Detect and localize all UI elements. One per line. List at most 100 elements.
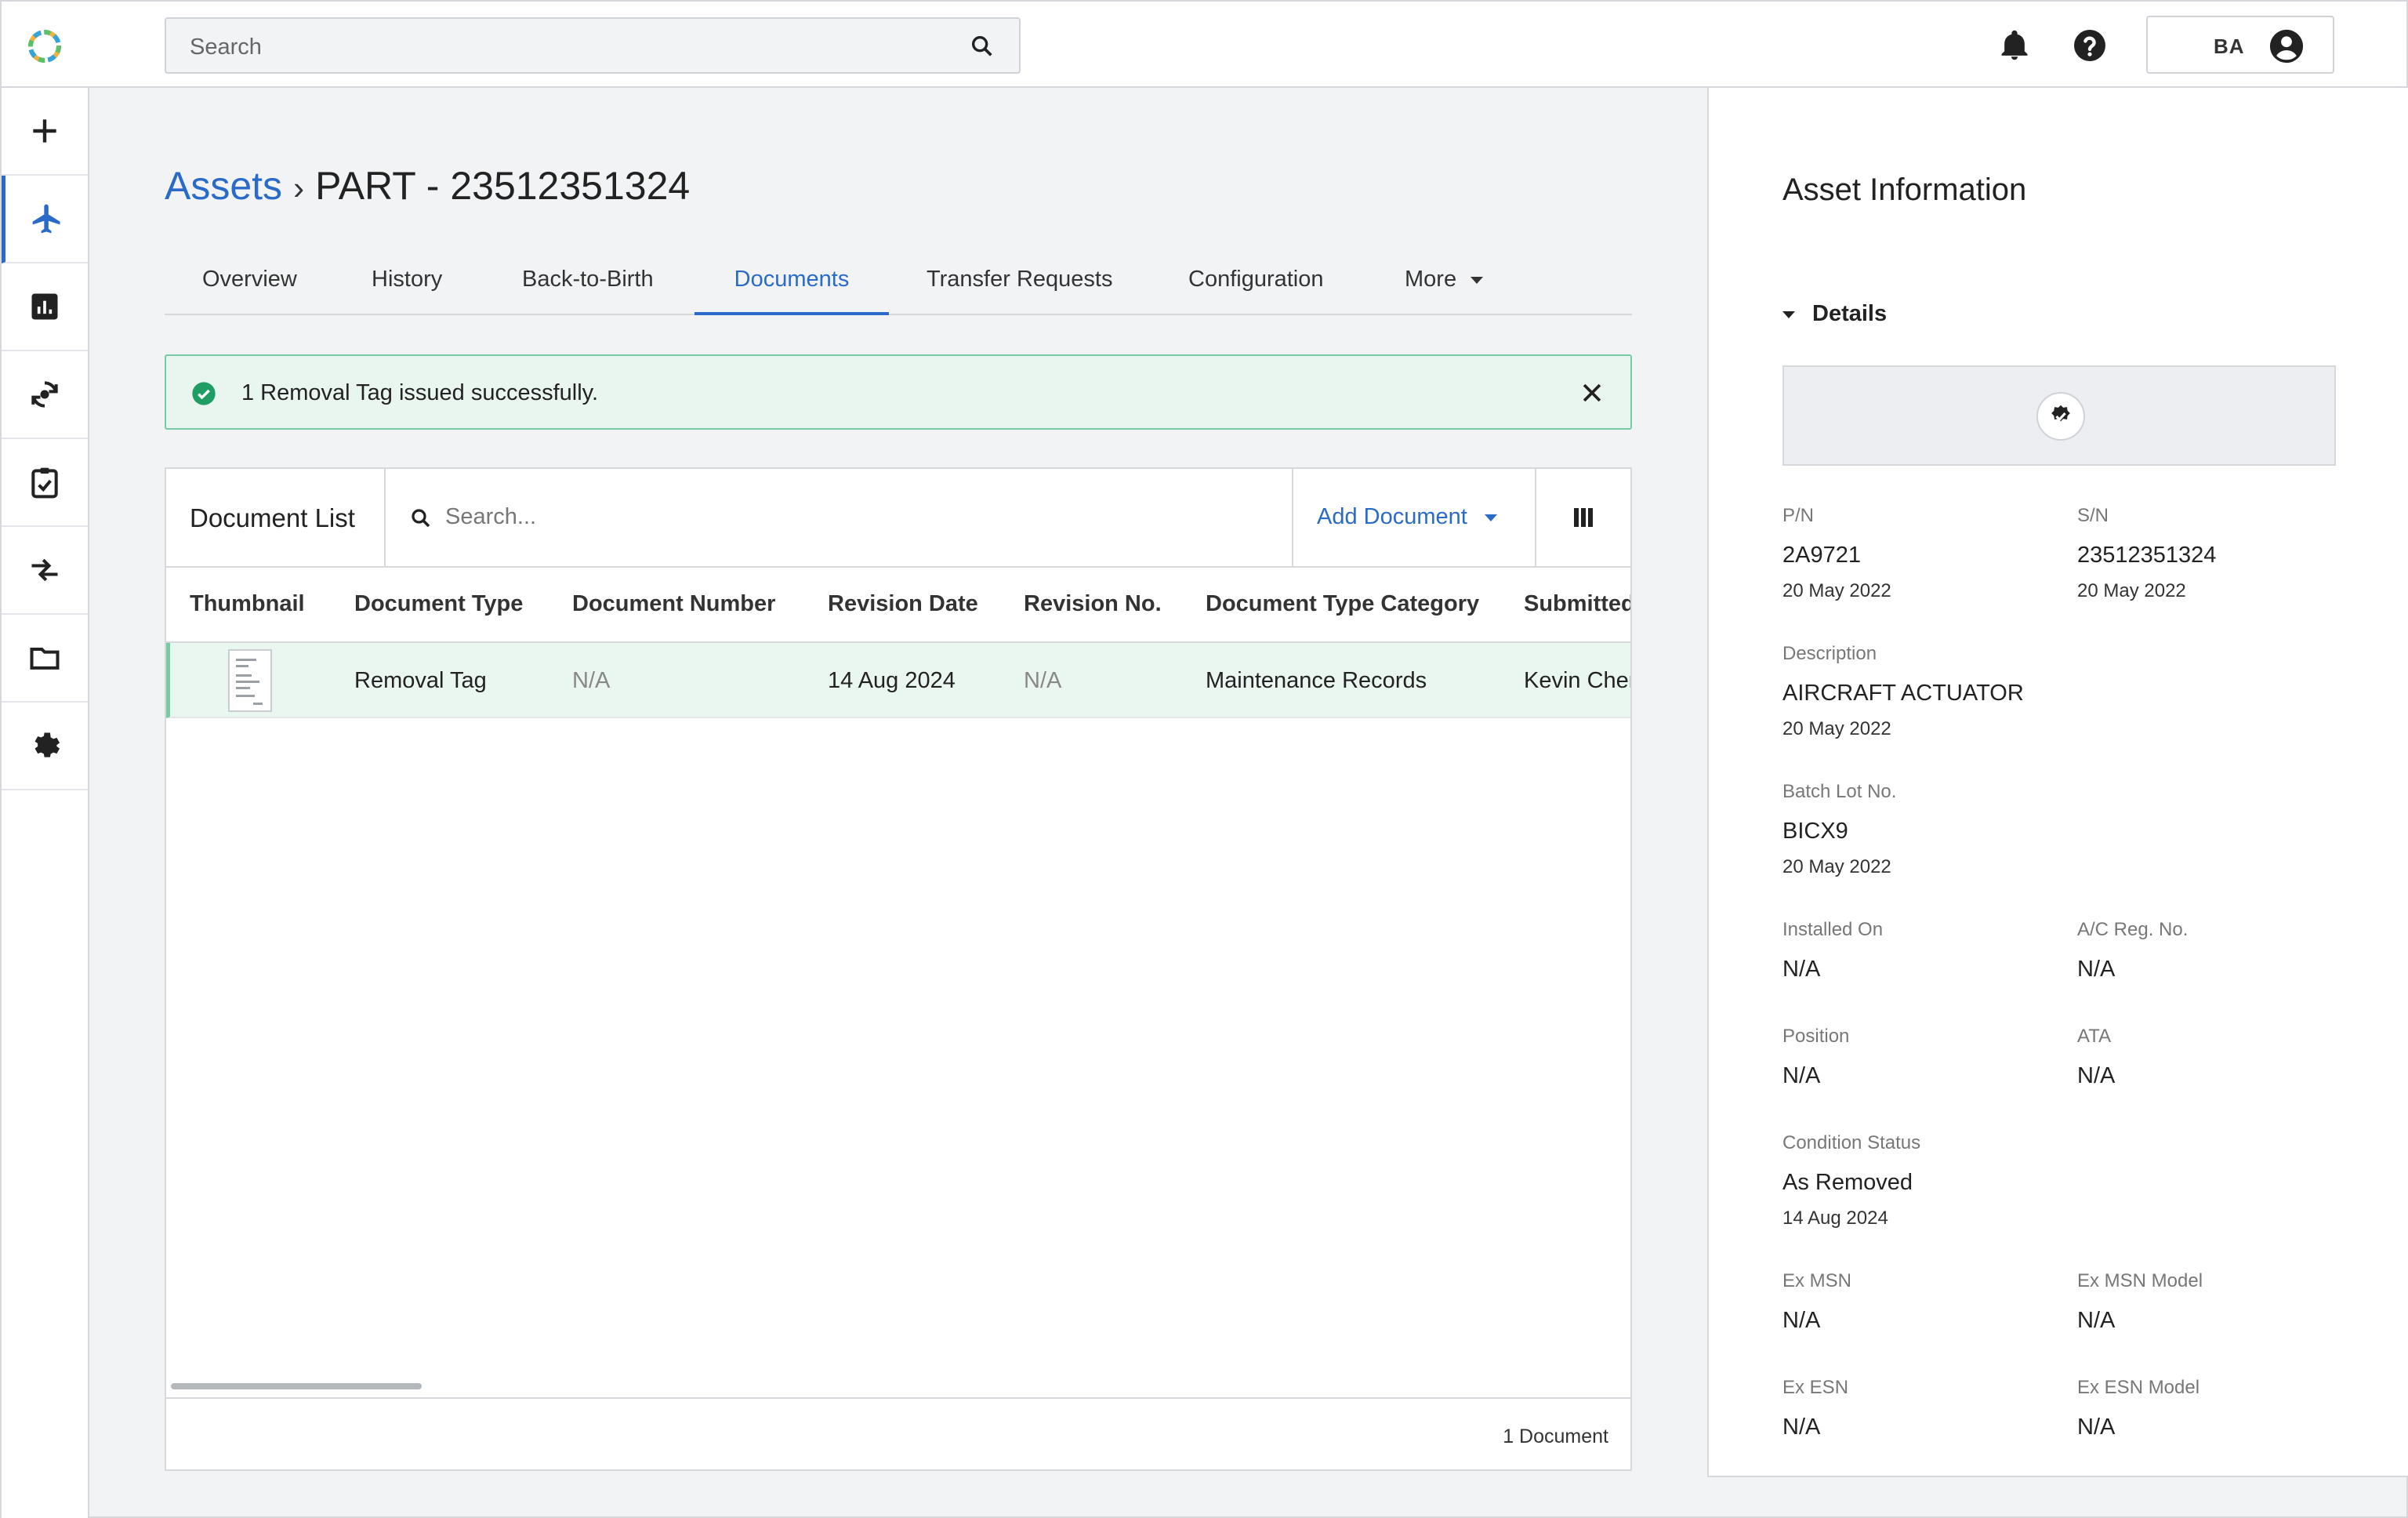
tab-history[interactable]: History (372, 267, 442, 315)
batch-lot-value: BICX9 (1782, 819, 1848, 844)
condition-status-label: Condition Status (1782, 1132, 1921, 1153)
gear-check-icon (2051, 405, 2070, 422)
column-header-revision-no[interactable]: Revision No. (1024, 591, 1162, 617)
column-header-thumbnail[interactable]: Thumbnail (190, 591, 305, 617)
sync-icon (31, 381, 58, 408)
app-window: Search BA Assets › PART - 23512351324 Ov… (0, 0, 2408, 1518)
asset-image-placeholder (1782, 365, 2336, 466)
details-label: Details (1812, 301, 1888, 326)
cell-document-number: N/A (572, 668, 611, 693)
horizontal-scrollbar[interactable] (171, 1383, 422, 1389)
condition-status-value: As Removed (1782, 1170, 1913, 1195)
rail-item-settings[interactable] (2, 703, 88, 790)
column-header-document-type-category[interactable]: Document Type Category (1206, 591, 1479, 617)
document-thumbnail[interactable] (228, 649, 272, 712)
search-icon[interactable] (969, 33, 995, 60)
breadcrumb-separator: › (293, 169, 305, 206)
sn-value: 23512351324 (2077, 543, 2217, 568)
divider (1535, 469, 1536, 566)
close-icon[interactable] (1579, 380, 1605, 406)
clipboard-check-icon (31, 467, 58, 499)
column-header-document-number[interactable]: Document Number (572, 591, 775, 617)
folder-icon (30, 647, 60, 670)
column-header-submitted[interactable]: Submitted (1524, 591, 1630, 617)
chevron-down-icon (1782, 310, 1795, 318)
top-bar: Search BA (2, 2, 2406, 88)
check-circle-icon (192, 382, 216, 405)
rail-item-sync[interactable] (2, 351, 88, 439)
alert-message: 1 Removal Tag issued successfully. (241, 380, 599, 405)
ex-esn-value: N/A (1782, 1414, 1821, 1440)
pn-date: 20 May 2022 (1782, 580, 1891, 601)
transfer-arrows-icon (31, 558, 58, 582)
add-document-button[interactable]: Add Document (1317, 504, 1497, 530)
batch-lot-date: 20 May 2022 (1782, 856, 1891, 877)
user-menu[interactable]: BA (2146, 16, 2334, 74)
ex-msn-model-value: N/A (2077, 1308, 2116, 1333)
global-search-input[interactable]: Search (165, 17, 1021, 74)
bar-chart-icon (31, 293, 58, 320)
condition-status-date: 14 Aug 2024 (1782, 1208, 1888, 1229)
rail-item-reports[interactable] (2, 263, 88, 351)
table-header: Thumbnail Document Type Document Number … (166, 568, 1630, 643)
ex-msn-model-label: Ex MSN Model (2077, 1270, 2203, 1291)
document-count: 1 Document (1503, 1425, 1608, 1447)
user-initials: BA (2214, 34, 2245, 58)
installed-on-value: N/A (1782, 957, 1821, 982)
details-section-toggle[interactable]: Details (1782, 301, 1887, 327)
breadcrumb-assets-link[interactable]: Assets (165, 164, 282, 208)
ac-reg-value: N/A (2077, 957, 2116, 982)
ex-msn-label: Ex MSN (1782, 1270, 1852, 1291)
chevron-down-icon (1484, 514, 1497, 521)
tab-transfer-requests[interactable]: Transfer Requests (927, 267, 1112, 315)
document-search-input[interactable]: Search... (445, 504, 536, 530)
document-list-title: Document List (190, 503, 355, 532)
description-value: AIRCRAFT ACTUATOR (1782, 681, 2024, 706)
rail-item-create[interactable] (2, 88, 88, 176)
part-badge-icon (2036, 392, 2085, 441)
search-placeholder: Search (190, 34, 262, 60)
ex-esn-model-label: Ex ESN Model (2077, 1377, 2200, 1398)
position-value: N/A (1782, 1063, 1821, 1088)
installed-on-label: Installed On (1782, 919, 1884, 940)
divider (384, 469, 386, 566)
chevron-down-icon (1471, 276, 1484, 284)
help-icon[interactable] (2071, 27, 2109, 64)
tab-more[interactable]: More (1405, 267, 1484, 315)
tab-back-to-birth[interactable]: Back-to-Birth (522, 267, 654, 315)
asset-information-title: Asset Information (1782, 172, 2027, 207)
cell-document-type: Removal Tag (354, 668, 487, 693)
settings-icon (34, 732, 60, 757)
column-header-revision-date[interactable]: Revision Date (828, 591, 978, 617)
rail-item-tasks[interactable] (2, 439, 88, 527)
cell-category: Maintenance Records (1206, 668, 1427, 693)
ata-label: ATA (2077, 1026, 2112, 1047)
tab-documents[interactable]: Documents (694, 267, 889, 315)
sn-label: S/N (2077, 505, 2109, 526)
description-date: 20 May 2022 (1782, 718, 1891, 739)
page-title: PART - 23512351324 (315, 164, 691, 208)
app-logo[interactable] (25, 27, 64, 66)
success-alert: 1 Removal Tag issued successfully. (165, 354, 1632, 430)
batch-lot-label: Batch Lot No. (1782, 781, 1897, 802)
account-icon (2269, 29, 2304, 64)
column-header-document-type[interactable]: Document Type (354, 591, 523, 617)
breadcrumb: Assets › PART - 23512351324 (165, 163, 690, 209)
columns-icon[interactable] (1569, 503, 1597, 532)
tab-configuration[interactable]: Configuration (1188, 267, 1324, 315)
pn-value: 2A9721 (1782, 543, 1861, 568)
rail-item-transfers[interactable] (2, 527, 88, 615)
rail-item-documents[interactable] (2, 615, 88, 703)
description-label: Description (1782, 643, 1877, 664)
cell-submitted-by: Kevin Chen (1524, 668, 1630, 693)
document-list-card: Document List Search... Add Document Thu… (165, 467, 1632, 1471)
ex-esn-label: Ex ESN (1782, 1377, 1849, 1398)
notifications-icon[interactable] (1997, 28, 2032, 63)
rail-item-assets[interactable] (2, 176, 88, 263)
ac-reg-label: A/C Reg. No. (2077, 919, 2189, 940)
table-row[interactable]: Removal Tag N/A 14 Aug 2024 N/A Maintena… (166, 643, 1630, 718)
add-document-label: Add Document (1317, 504, 1467, 529)
tab-overview[interactable]: Overview (202, 267, 297, 315)
cell-revision-date: 14 Aug 2024 (828, 668, 956, 693)
airplane-icon (32, 204, 60, 234)
